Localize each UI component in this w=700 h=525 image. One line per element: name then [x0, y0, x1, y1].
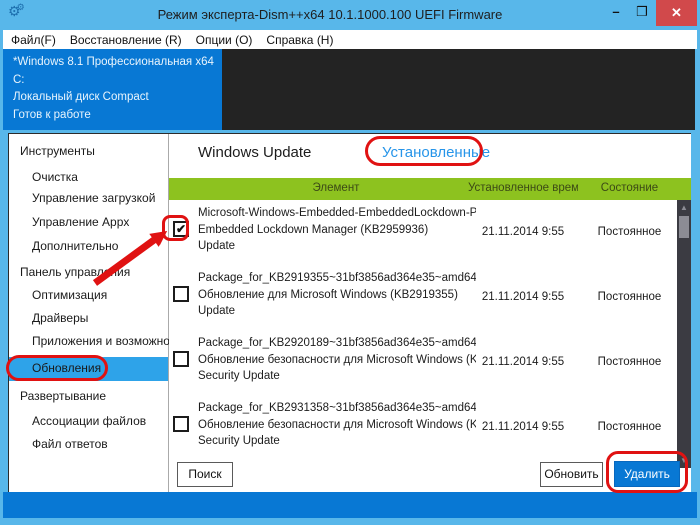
scrollbar-thumb[interactable] — [679, 216, 689, 238]
tab-windows-update[interactable]: Windows Update — [198, 144, 311, 161]
sidebar-item-drivers[interactable]: Драйверы — [32, 311, 88, 325]
delete-button[interactable]: Удалить — [614, 461, 680, 487]
dism-window: ⚙⚙ Режим эксперта-Dism++x64 10.1.1000.10… — [0, 0, 700, 525]
sidebar-item-advanced[interactable]: Дополнительно — [32, 239, 118, 253]
row-checkbox[interactable] — [173, 351, 189, 367]
window-title: Режим эксперта-Dism++x64 10.1.1000.100 U… — [157, 7, 503, 22]
table-row[interactable]: Package_for_KB2931358~31bf3856ad364e35~a… — [169, 395, 677, 460]
installed-time: 21.11.2014 9:55 — [481, 356, 565, 368]
system-info-panel[interactable]: *Windows 8.1 Профессиональная x64 C: Лок… — [3, 49, 222, 130]
sidebar-item-answer-file[interactable]: Файл ответов — [32, 437, 108, 451]
console-preview — [222, 49, 695, 130]
status-bar — [3, 492, 697, 518]
installed-time: 21.11.2014 9:55 — [481, 421, 565, 433]
sidebar-item-appx-management[interactable]: Управление Appx — [32, 215, 129, 229]
table-header: Элемент Установленное время Состояние — [169, 178, 691, 200]
sidebar-section-tools: Инструменты — [20, 144, 95, 158]
column-header-installed-time[interactable]: Установленное время — [468, 182, 578, 194]
check-icon: ✔ — [175, 222, 187, 236]
table-row[interactable]: Package_for_KB2919355~31bf3856ad364e35~a… — [169, 265, 677, 330]
row-checkbox[interactable] — [173, 416, 189, 432]
close-icon: ✕ — [671, 5, 682, 20]
sidebar-item-cleanup[interactable]: Очистка — [32, 170, 78, 184]
titlebar: ⚙⚙ Режим эксперта-Dism++x64 10.1.1000.10… — [0, 0, 700, 30]
row-checkbox[interactable] — [173, 286, 189, 302]
row-checkbox-checked[interactable]: ✔ — [173, 221, 189, 237]
close-button[interactable]: ✕ — [656, 0, 697, 26]
update-name: Package_for_KB2931358~31bf3856ad364e35~a… — [198, 402, 476, 447]
minimize-button[interactable]: – — [604, 0, 628, 26]
menu-item-options[interactable]: Опции (О) — [196, 33, 253, 47]
disk-label: Локальный диск Compact — [13, 91, 149, 103]
update-state: Постоянное — [597, 421, 662, 433]
sidebar-section-control-panel: Панель управления — [20, 265, 131, 279]
update-name: Package_for_KB2919355~31bf3856ad364e35~a… — [198, 272, 476, 317]
vertical-scrollbar[interactable]: ▲ ▼ — [677, 200, 691, 468]
maximize-button[interactable]: ❒ — [630, 0, 654, 26]
sidebar-item-updates[interactable]: Обновления — [32, 361, 101, 375]
menubar: Файл(F) Восстановление (R) Опции (О) Спр… — [3, 30, 697, 49]
update-name: Package_for_KB2920189~31bf3856ad364e35~a… — [198, 337, 476, 382]
drive-letter: C: — [13, 73, 25, 86]
sidebar-section-deployment: Развертывание — [20, 389, 107, 403]
update-state: Постоянное — [597, 291, 662, 303]
os-name: *Windows 8.1 Профессиональная x64 — [13, 56, 214, 68]
sidebar-item-apps-features[interactable]: Приложения и возможнос — [32, 334, 170, 348]
search-button[interactable]: Поиск — [177, 462, 233, 487]
menu-item-restore[interactable]: Восстановление (R) — [70, 33, 182, 47]
sidebar-item-boot-management[interactable]: Управление загрузкой — [32, 191, 155, 205]
installed-time: 21.11.2014 9:55 — [481, 291, 565, 303]
maximize-icon: ❒ — [636, 4, 648, 19]
menu-item-help[interactable]: Справка (Н) — [266, 33, 333, 47]
tab-installed[interactable]: Установленные — [382, 144, 490, 161]
installed-time: 21.11.2014 9:55 — [481, 226, 565, 238]
status-ready: Готов к работе — [13, 108, 91, 121]
update-name: Microsoft-Windows-Embedded-EmbeddedLockd… — [198, 207, 476, 252]
update-state: Постоянное — [597, 226, 662, 238]
scroll-up-icon[interactable]: ▲ — [677, 203, 691, 212]
update-state: Постоянное — [597, 356, 662, 368]
table-row[interactable]: ✔ Microsoft-Windows-Embedded-EmbeddedLoc… — [169, 200, 677, 265]
sidebar-item-file-associations[interactable]: Ассоциации файлов — [32, 414, 146, 428]
table-row[interactable]: Package_for_KB2920189~31bf3856ad364e35~a… — [169, 330, 677, 395]
app-gears-icon: ⚙⚙ — [8, 2, 25, 19]
column-header-element[interactable]: Элемент — [198, 182, 474, 194]
menu-item-file[interactable]: Файл(F) — [11, 33, 56, 47]
minimize-icon: – — [612, 4, 620, 19]
sidebar-item-optimization[interactable]: Оптимизация — [32, 288, 107, 302]
column-header-state[interactable]: Состояние — [581, 182, 678, 194]
refresh-button[interactable]: Обновить — [540, 462, 603, 487]
